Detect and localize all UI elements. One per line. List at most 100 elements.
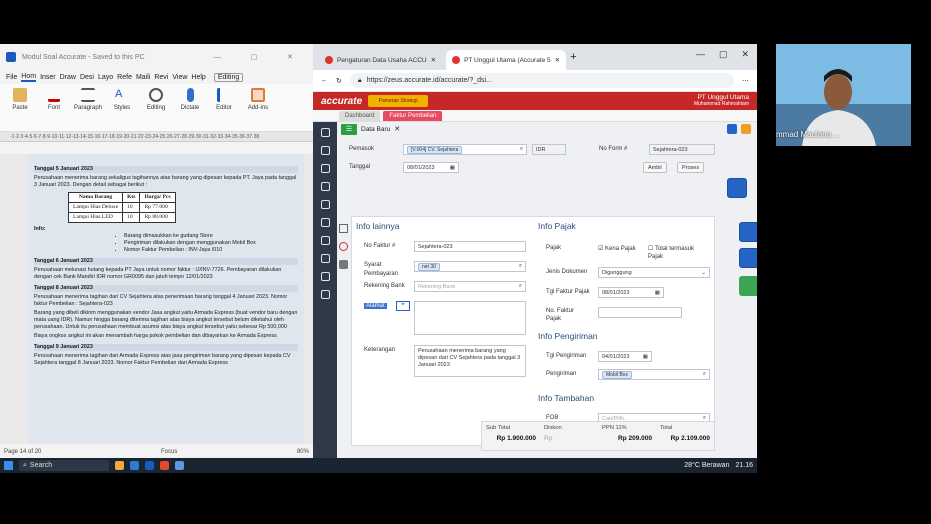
settings-icon[interactable] [727,124,737,134]
file-explorer-icon[interactable] [115,461,124,470]
map-pin-icon[interactable]: ⌖ [396,301,410,311]
styles-button[interactable]: A Styles [108,88,136,127]
addins-button[interactable]: Add-ins [244,88,272,127]
paragraph-button[interactable]: Paragraph [74,88,102,127]
menu-references[interactable]: Refe [117,74,132,81]
keterangan-field[interactable]: Perusahaan menerima barang yang dipesan … [414,345,526,377]
purchase-icon[interactable] [320,236,330,245]
close-icon[interactable]: ✕ [431,56,436,64]
tab-dashboard[interactable]: Dashboard [339,111,381,121]
dictate-button[interactable]: Dictate [176,88,204,127]
search-icon: ⌕ [518,263,522,269]
menu-review[interactable]: Revi [154,74,168,81]
kena-pajak-checkbox[interactable]: ☑ Kena Pajak [598,245,636,252]
accurate-favicon-icon [452,56,461,64]
refresh-icon[interactable]: ↻ [336,77,342,85]
close-icon[interactable]: ✕ [555,56,560,64]
syarat-field[interactable]: net 30 ⌕ [414,261,526,272]
calendar-icon[interactable]: ▦ [655,290,660,296]
building-icon[interactable] [320,146,330,155]
menu-draw[interactable]: Draw [60,74,76,81]
noform-field[interactable]: Sejahtera-023 [649,144,715,155]
promo-banner[interactable]: Pameran Strategi [368,95,429,107]
purchase-invoice-form: ☰ Data Baru ✕ Pemasok [V.004] CV. Sejaht… [337,122,757,458]
company-info[interactable]: PT Unggul Utama Muhammad Rahmahtam [694,94,749,108]
tab-faktur-pembelian[interactable]: Faktur Pembelian [383,111,443,121]
close-icon[interactable]: ✕ [741,49,749,60]
no-faktur-pajak-field[interactable] [598,307,682,318]
editing-mode-button[interactable]: Editing [213,72,244,82]
new-tab-icon[interactable]: + [570,51,576,63]
person-icon[interactable] [339,260,348,269]
menu-help[interactable]: Help [191,74,205,81]
edge-icon[interactable] [130,461,139,470]
approve-button[interactable] [739,276,757,296]
tanggal-field[interactable]: 08/01/2023 ▦ [403,162,459,173]
close-icon[interactable]: ✕ [394,125,400,133]
rekening-field[interactable]: Rekening Bank ⌕ [414,281,526,292]
info-icon[interactable] [339,242,348,251]
address-bar[interactable]: 🔒︎ https://zeus.accurate.id/accurate/?_ds… [349,73,734,88]
star-icon[interactable] [741,124,751,134]
editor-button[interactable]: Editor [210,88,238,127]
browser-tab[interactable]: Pengaturan Data Usaha ACCU ✕ [319,50,442,70]
clock[interactable]: 21.16 [735,462,753,469]
window-controls[interactable]: — ▢ ✕ [214,53,307,61]
menu-insert[interactable]: Inser [40,74,56,81]
jenis-dokumen-select[interactable]: Digunggung ⌄ [598,267,710,278]
menu-file[interactable]: File [6,74,17,81]
calendar-icon[interactable]: ▦ [450,165,455,171]
tab-data-baru[interactable]: Data Baru [361,126,390,133]
list-item: Pengiriman dilakukan dengan menggunakan … [124,240,298,247]
total-termasuk-pajak-checkbox[interactable]: ☐ Total termasuk Pajak [648,245,708,261]
menu-layout[interactable]: Layo [98,74,113,81]
alamat-field[interactable] [414,301,526,335]
chrome-icon[interactable] [160,461,169,470]
menu-list-button[interactable]: ☰ [341,123,357,135]
settings-icon[interactable] [320,128,330,137]
weather-widget[interactable]: 28°C Berawan [684,462,729,469]
pengiriman-field[interactable]: Mobil Box ⌕ [598,369,710,380]
menu-mailings[interactable]: Maili [136,74,150,81]
bank-icon[interactable] [320,164,330,173]
editing-button[interactable]: Editing [142,88,170,127]
document-icon[interactable] [339,224,348,233]
document-icon[interactable] [320,272,330,281]
taskbar-search[interactable]: ⌕ Search [19,460,109,471]
browser-tab-active[interactable]: PT Unggul Utama (Accurate 5 ✕ [446,50,567,70]
focus-button[interactable]: Focus [161,449,177,455]
cart-icon[interactable] [320,218,330,227]
report-icon[interactable] [320,254,330,263]
save-button[interactable] [727,178,747,198]
word-icon[interactable] [145,461,154,470]
minimize-icon[interactable]: — [696,49,705,60]
diskon[interactable]: Diskon Rp [540,422,598,450]
no-faktur-field[interactable]: Sejahtera-023 [414,241,526,252]
paste-button[interactable]: Paste [6,88,34,127]
menu-view[interactable]: View [172,74,187,81]
people-icon[interactable] [320,182,330,191]
extensions-icon[interactable]: ⋯ [742,77,749,85]
menu-home[interactable]: Hom [21,73,37,82]
windows-start-icon[interactable] [4,461,13,470]
proses-button[interactable]: Proses [677,162,705,173]
pemasok-field[interactable]: [V.004] CV. Sejahtera ⌕ [403,144,527,155]
box-icon[interactable] [320,200,330,209]
tgl-faktur-pajak-field[interactable]: 08/01/2023 ▦ [598,287,664,298]
attachment-button[interactable] [739,248,757,268]
doc-heading: Tanggal 9 Januari 2023 [34,344,298,351]
calendar-icon[interactable]: ▦ [643,354,648,360]
menu-design[interactable]: Desi [80,74,94,81]
ambil-button[interactable]: Ambil [643,162,667,173]
zoom-icon[interactable] [175,461,184,470]
tgl-pengiriman-field[interactable]: 04/01/2023 ▦ [598,351,652,362]
browser-window-controls[interactable]: — ▢ ✕ [696,49,757,66]
back-icon[interactable]: ← [321,77,328,84]
maximize-icon[interactable]: ▢ [719,49,728,60]
pengiriman-label: Pengiriman [546,371,577,377]
font-button[interactable]: Font [40,88,68,127]
document-page[interactable]: Tanggal 5 Januari 2023 Perusahaan meneri… [28,154,304,444]
zoom-level[interactable]: 80% [297,449,309,455]
chart-icon[interactable] [320,290,330,299]
document-button[interactable] [739,222,757,242]
